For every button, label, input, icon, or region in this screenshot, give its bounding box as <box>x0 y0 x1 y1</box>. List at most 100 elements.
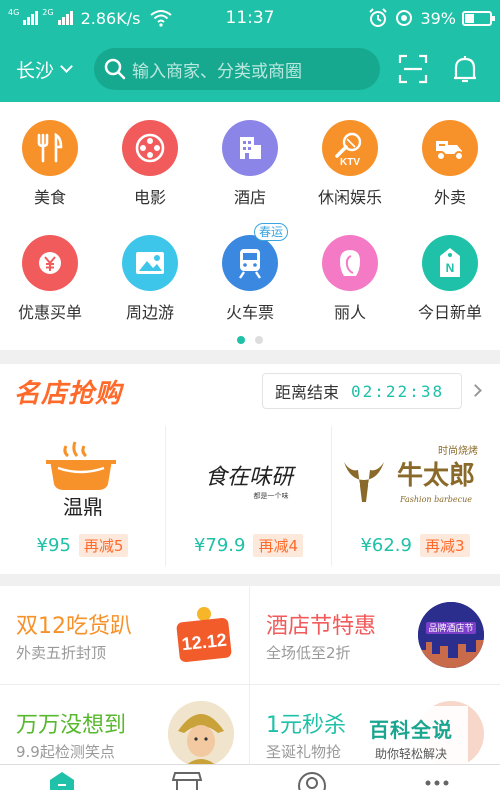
bell-icon <box>454 56 476 83</box>
nav-store[interactable] <box>167 771 207 790</box>
page-dot-active <box>237 336 245 344</box>
watermark-title: 百科全说 <box>369 718 453 742</box>
shop-logo-sub: 都是一个味 <box>253 491 288 500</box>
flash-sale-shops: 温鼎 ¥95 再减5 食在味研 都是一个味 ¥79.9 再减4 时尚烧烤 牛太郎… <box>0 426 500 566</box>
watermark-subtitle: 助你轻松解决 <box>374 747 447 761</box>
top-bar: 4G 2G 2.86K/s 11:37 39% 长沙 输入商家、分类或商圈 <box>0 0 500 102</box>
status-bar: 4G 2G 2.86K/s 11:37 39% <box>0 0 500 36</box>
category-label: 酒店 <box>233 188 266 207</box>
search-placeholder: 输入商家、分类或商圈 <box>132 61 302 82</box>
promo-character-image <box>168 701 234 767</box>
countdown-label: 距离结束 <box>275 383 340 402</box>
watermark: 百科全说 助你轻松解决 <box>354 706 468 766</box>
category-label: 火车票 <box>225 303 274 322</box>
search-icon <box>104 58 126 80</box>
building-icon <box>222 120 278 176</box>
promo-subtitle: 圣诞礼物抢 <box>266 743 342 761</box>
shop-card[interactable]: 时尚烧烤 牛太郎 Fashion barbecue ¥62.9 再减3 <box>332 426 498 566</box>
shop-price: ¥62.9 <box>360 535 412 556</box>
more-icon <box>425 780 449 786</box>
category-label: 美食 <box>33 188 66 207</box>
train-icon: 春运 <box>222 223 288 291</box>
discount-badge: 再减4 <box>253 534 304 557</box>
discount-badge: 再减5 <box>78 534 129 557</box>
notification-button[interactable] <box>446 50 484 88</box>
bottom-nav <box>0 764 500 790</box>
category-movie[interactable]: 电影 <box>100 120 200 208</box>
flash-sale-header[interactable]: 名店抢购 距离结束 02:22:38 <box>0 364 500 418</box>
fork-knife-icon <box>22 120 78 176</box>
film-reel-icon <box>122 120 178 176</box>
category-label: 优惠买单 <box>17 303 82 322</box>
shop-logo: 时尚烧烤 牛太郎 Fashion barbecue <box>332 438 498 518</box>
search-input[interactable]: 输入商家、分类或商圈 <box>94 48 380 90</box>
category-new-deals[interactable]: N 今日新单 <box>400 235 500 323</box>
landscape-photo-icon <box>122 235 178 291</box>
nav-home[interactable] <box>42 771 82 790</box>
flash-sale-section: 名店抢购 距离结束 02:22:38 温鼎 ¥95 再减5 食在味研 都是一个味… <box>0 364 500 574</box>
category-label: 周边游 <box>125 303 174 322</box>
category-label: 电影 <box>133 188 166 207</box>
new-tag-icon: N <box>422 235 478 291</box>
category-grid: 美食 电影 酒店 KTV 休闲娱乐 外卖 优惠买单 周边游 春运 火车票 丽人 … <box>0 102 500 350</box>
scan-button[interactable] <box>394 50 432 88</box>
countdown-time: 02:22:38 <box>351 381 445 401</box>
category-train-ticket[interactable]: 春运 火车票 <box>200 223 300 323</box>
category-hotel[interactable]: 酒店 <box>200 120 300 208</box>
promo-subtitle: 9.9起检测笑点 <box>16 743 115 761</box>
home-icon <box>50 772 74 790</box>
shop-logo: 温鼎 <box>0 438 165 518</box>
promo-title: 万万没想到 <box>16 713 127 738</box>
promo-1212-image: 12.12 <box>174 602 234 668</box>
page-dot[interactable] <box>255 336 263 344</box>
shop-logo-text: 牛太郎 <box>397 461 475 491</box>
ktv-microphone-icon: KTV <box>322 120 378 176</box>
page-indicator <box>0 336 500 344</box>
category-discount-pay[interactable]: 优惠买单 <box>0 235 100 323</box>
scan-icon <box>398 54 428 84</box>
flash-sale-title: 名店抢购 <box>14 378 123 409</box>
shop-logo-sub: Fashion barbecue <box>399 495 472 504</box>
shop-logo-text: 食在味研 <box>204 465 296 490</box>
store-icon <box>172 772 202 790</box>
city-selector[interactable]: 长沙 <box>16 56 94 83</box>
shop-price: ¥95 <box>36 535 71 556</box>
promo-subtitle: 外卖五折封顶 <box>16 644 107 662</box>
category-nearby-travel[interactable]: 周边游 <box>100 235 200 323</box>
category-label: 外卖 <box>433 188 466 207</box>
category-beauty[interactable]: 丽人 <box>300 235 400 323</box>
promo-title: 1元秒杀 <box>266 713 346 738</box>
promo-card[interactable]: 酒店节特惠 全场低至2折 品牌酒店节 <box>250 586 500 684</box>
city-name: 长沙 <box>16 59 55 82</box>
discover-icon <box>298 772 326 790</box>
shop-card[interactable]: 温鼎 ¥95 再减5 <box>0 426 166 566</box>
promo-card[interactable]: 双12吃货趴 外卖五折封顶 12.12 <box>0 586 250 684</box>
category-delivery[interactable]: 外卖 <box>400 120 500 208</box>
category-food[interactable]: 美食 <box>0 120 100 208</box>
ktv-text: KTV <box>340 157 360 168</box>
promo-title: 双12吃货趴 <box>16 614 132 639</box>
header: 长沙 输入商家、分类或商圈 <box>0 36 500 102</box>
category-label: 休闲娱乐 <box>317 188 382 207</box>
category-label: 今日新单 <box>417 303 482 322</box>
promo-title: 酒店节特惠 <box>266 614 377 639</box>
category-label: 丽人 <box>333 303 366 322</box>
nav-discover[interactable] <box>292 771 332 790</box>
discount-badge: 再减3 <box>419 534 470 557</box>
chevron-down-icon <box>60 60 73 73</box>
nav-more[interactable] <box>417 771 457 790</box>
promo-hotel-image: 品牌酒店节 <box>418 602 484 668</box>
yen-coin-icon <box>22 235 78 291</box>
shop-logo-top: 时尚烧烤 <box>438 444 478 457</box>
shop-logo: 食在味研 都是一个味 <box>166 438 331 518</box>
shop-card[interactable]: 食在味研 都是一个味 ¥79.9 再减4 <box>166 426 332 566</box>
spring-festival-badge: 春运 <box>253 223 288 241</box>
woman-profile-icon <box>322 235 378 291</box>
shop-price: ¥79.9 <box>193 535 246 556</box>
battery-icon <box>462 10 495 26</box>
category-entertainment[interactable]: KTV 休闲娱乐 <box>300 120 400 208</box>
status-time: 11:37 <box>225 8 275 28</box>
shop-logo-text: 温鼎 <box>63 495 103 518</box>
chevron-right-icon <box>469 384 482 397</box>
delivery-scooter-icon <box>422 120 478 176</box>
